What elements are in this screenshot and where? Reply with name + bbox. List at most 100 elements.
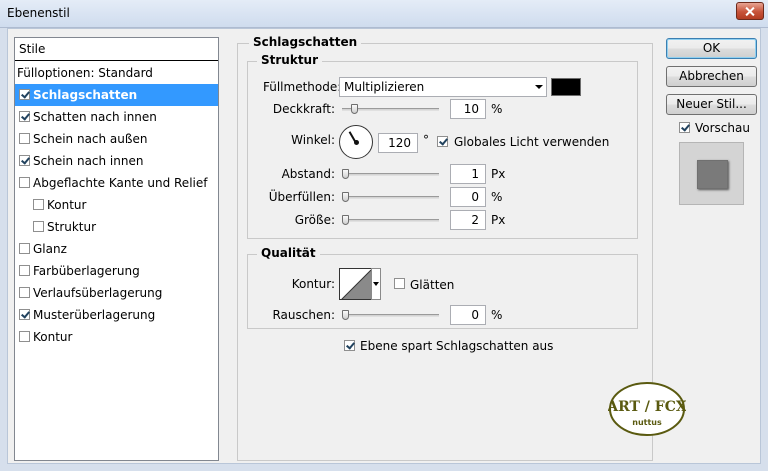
opacity-input[interactable]: 10 xyxy=(450,99,486,119)
cancel-button[interactable]: Abbrechen xyxy=(666,66,757,87)
style-row-label: Farbüberlagerung xyxy=(33,264,140,278)
preview-checkbox[interactable] xyxy=(679,122,690,133)
noise-input[interactable]: 0 xyxy=(450,305,486,325)
style-checkbox[interactable] xyxy=(19,265,30,276)
styles-header[interactable]: Stile xyxy=(15,38,218,61)
style-checkbox[interactable] xyxy=(19,155,30,166)
style-row[interactable]: Musterüberlagerung xyxy=(15,304,218,326)
style-checkbox[interactable] xyxy=(19,243,30,254)
style-checkbox[interactable] xyxy=(33,221,44,232)
new-style-button[interactable]: Neuer Stil... xyxy=(666,94,757,115)
size-input[interactable]: 2 xyxy=(450,210,486,230)
contour-curve-icon xyxy=(341,269,371,299)
dialog-body: Stile Fülloptionen: Standard Schlagschatt… xyxy=(7,28,761,464)
style-row-label: Schlagschatten xyxy=(33,88,138,102)
spread-slider[interactable] xyxy=(342,192,439,202)
drop-shadow-title: Schlagschatten xyxy=(249,35,362,49)
knockout-label: Ebene spart Schlagschatten aus xyxy=(360,339,554,353)
structure-title: Struktur xyxy=(257,53,323,67)
distance-slider-thumb[interactable] xyxy=(342,169,349,179)
angle-label: Winkel: xyxy=(291,133,335,147)
style-row-label: Musterüberlagerung xyxy=(33,308,156,322)
noise-slider[interactable] xyxy=(342,310,439,320)
style-row[interactable]: Struktur xyxy=(15,216,218,238)
style-row[interactable]: Farbüberlagerung xyxy=(15,260,218,282)
blend-mode-label: Füllmethode: xyxy=(263,80,342,94)
style-row-label: Kontur xyxy=(33,330,73,344)
global-light-label: Globales Licht verwenden xyxy=(454,135,610,149)
style-checkbox[interactable] xyxy=(19,89,30,100)
style-row-label: Verlaufsüberlagerung xyxy=(33,286,163,300)
opacity-label: Deckkraft: xyxy=(272,102,335,116)
style-row-label: Struktur xyxy=(47,220,97,234)
title-bar: Ebenenstil xyxy=(0,0,768,28)
ok-button[interactable]: OK xyxy=(666,38,757,59)
angle-dial[interactable] xyxy=(339,125,373,159)
noise-slider-thumb[interactable] xyxy=(342,310,349,320)
style-row[interactable]: Schein nach außen xyxy=(15,128,218,150)
style-row[interactable]: Verlaufsüberlagerung xyxy=(15,282,218,304)
noise-label: Rauschen: xyxy=(272,308,335,322)
style-checkbox[interactable] xyxy=(19,133,30,144)
chevron-down-icon xyxy=(535,85,543,89)
size-slider-thumb[interactable] xyxy=(342,215,349,225)
close-button[interactable] xyxy=(736,2,764,20)
style-row[interactable]: Kontur xyxy=(15,194,218,216)
preview-label: Vorschau xyxy=(695,121,750,135)
angle-center-dot xyxy=(354,140,359,145)
style-row-label: Glanz xyxy=(33,242,67,256)
contour-picker[interactable] xyxy=(339,268,372,300)
opacity-slider[interactable] xyxy=(342,104,439,114)
style-row-label: Schein nach innen xyxy=(33,154,144,168)
antialias-checkbox[interactable] xyxy=(394,278,405,289)
distance-input[interactable]: 1 xyxy=(450,164,486,184)
styles-list: Stile Fülloptionen: Standard Schlagschatt… xyxy=(14,37,219,461)
size-slider[interactable] xyxy=(342,215,439,225)
style-row-label: Schatten nach innen xyxy=(33,110,157,124)
contour-label: Kontur: xyxy=(291,277,335,291)
style-preview-swatch xyxy=(697,160,728,189)
style-row[interactable]: Schlagschatten xyxy=(15,84,218,106)
opacity-slider-thumb[interactable] xyxy=(351,104,358,114)
quality-title: Qualität xyxy=(257,246,320,260)
style-row[interactable]: Fülloptionen: Standard xyxy=(15,62,218,84)
style-preview xyxy=(679,142,744,205)
style-row[interactable]: Kontur xyxy=(15,326,218,348)
size-unit: Px xyxy=(491,213,506,227)
style-checkbox[interactable] xyxy=(19,309,30,320)
angle-input[interactable]: 120 xyxy=(378,133,418,153)
style-row-label: Schein nach außen xyxy=(33,132,148,146)
blend-mode-value: Multiplizieren xyxy=(344,80,425,94)
knockout-checkbox[interactable] xyxy=(344,340,355,351)
logo-text-bottom: nuttus xyxy=(632,418,662,427)
style-row-label: Abgeflachte Kante und Relief xyxy=(33,176,208,190)
window-title: Ebenenstil xyxy=(7,6,70,20)
noise-unit: % xyxy=(491,308,503,322)
size-label: Größe: xyxy=(294,213,335,227)
style-checkbox[interactable] xyxy=(19,287,30,298)
styles-header-label: Stile xyxy=(19,42,46,56)
style-checkbox[interactable] xyxy=(19,177,30,188)
shadow-color-swatch[interactable] xyxy=(551,78,581,96)
style-row[interactable]: Glanz xyxy=(15,238,218,260)
style-row-label: Fülloptionen: Standard xyxy=(17,66,153,80)
spread-unit: % xyxy=(491,190,503,204)
distance-unit: Px xyxy=(491,167,506,181)
opacity-unit: % xyxy=(491,102,503,116)
style-checkbox[interactable] xyxy=(19,331,30,342)
global-light-checkbox[interactable] xyxy=(437,136,448,147)
angle-unit: ° xyxy=(423,133,429,147)
style-row[interactable]: Schatten nach innen xyxy=(15,106,218,128)
style-row[interactable]: Abgeflachte Kante und Relief xyxy=(15,172,218,194)
contour-dropdown-button[interactable] xyxy=(371,268,381,300)
distance-slider[interactable] xyxy=(342,169,439,179)
spread-slider-thumb[interactable] xyxy=(342,192,349,202)
antialias-label: Glätten xyxy=(410,278,455,292)
spread-input[interactable]: 0 xyxy=(450,187,486,207)
style-checkbox[interactable] xyxy=(19,111,30,122)
distance-label: Abstand: xyxy=(281,167,335,181)
blend-mode-select[interactable]: Multiplizieren xyxy=(339,77,547,97)
style-row[interactable]: Schein nach innen xyxy=(15,150,218,172)
style-checkbox[interactable] xyxy=(33,199,44,210)
style-row-label: Kontur xyxy=(47,198,87,212)
